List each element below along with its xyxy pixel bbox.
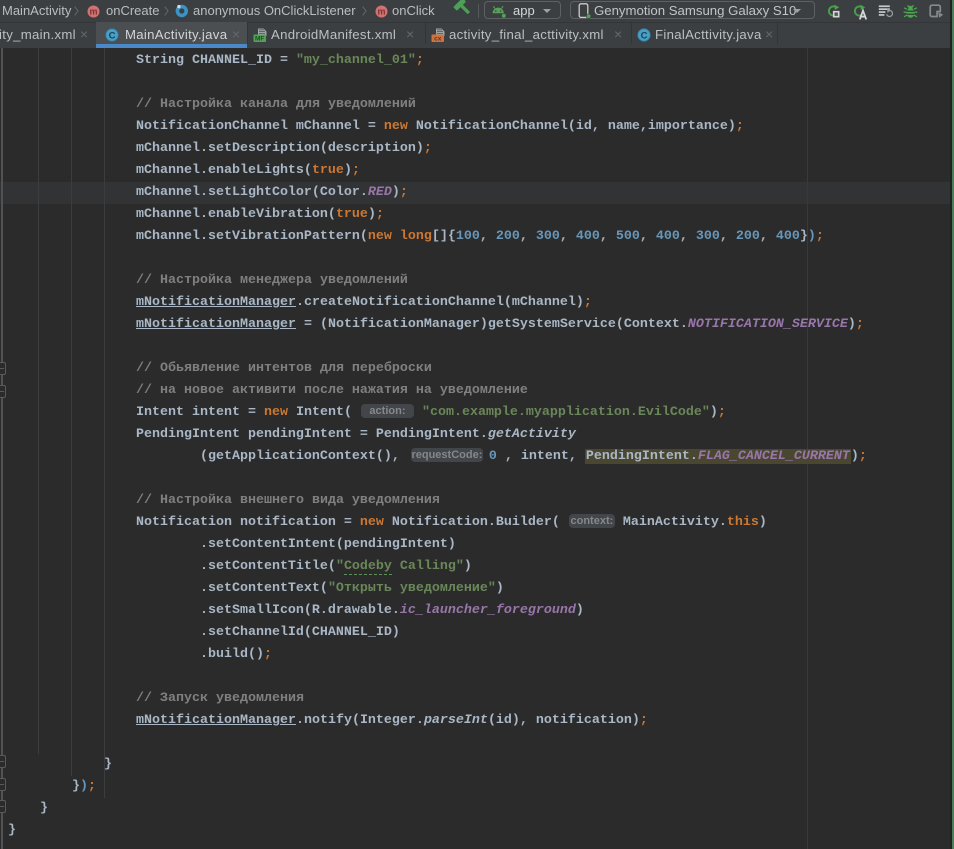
svg-text:m: m	[89, 6, 97, 16]
svg-text:C: C	[641, 30, 648, 41]
svg-text:MF: MF	[255, 36, 264, 42]
svg-text:C: C	[109, 30, 116, 41]
svg-text:m: m	[377, 6, 385, 16]
svg-text:cx: cx	[434, 36, 442, 42]
